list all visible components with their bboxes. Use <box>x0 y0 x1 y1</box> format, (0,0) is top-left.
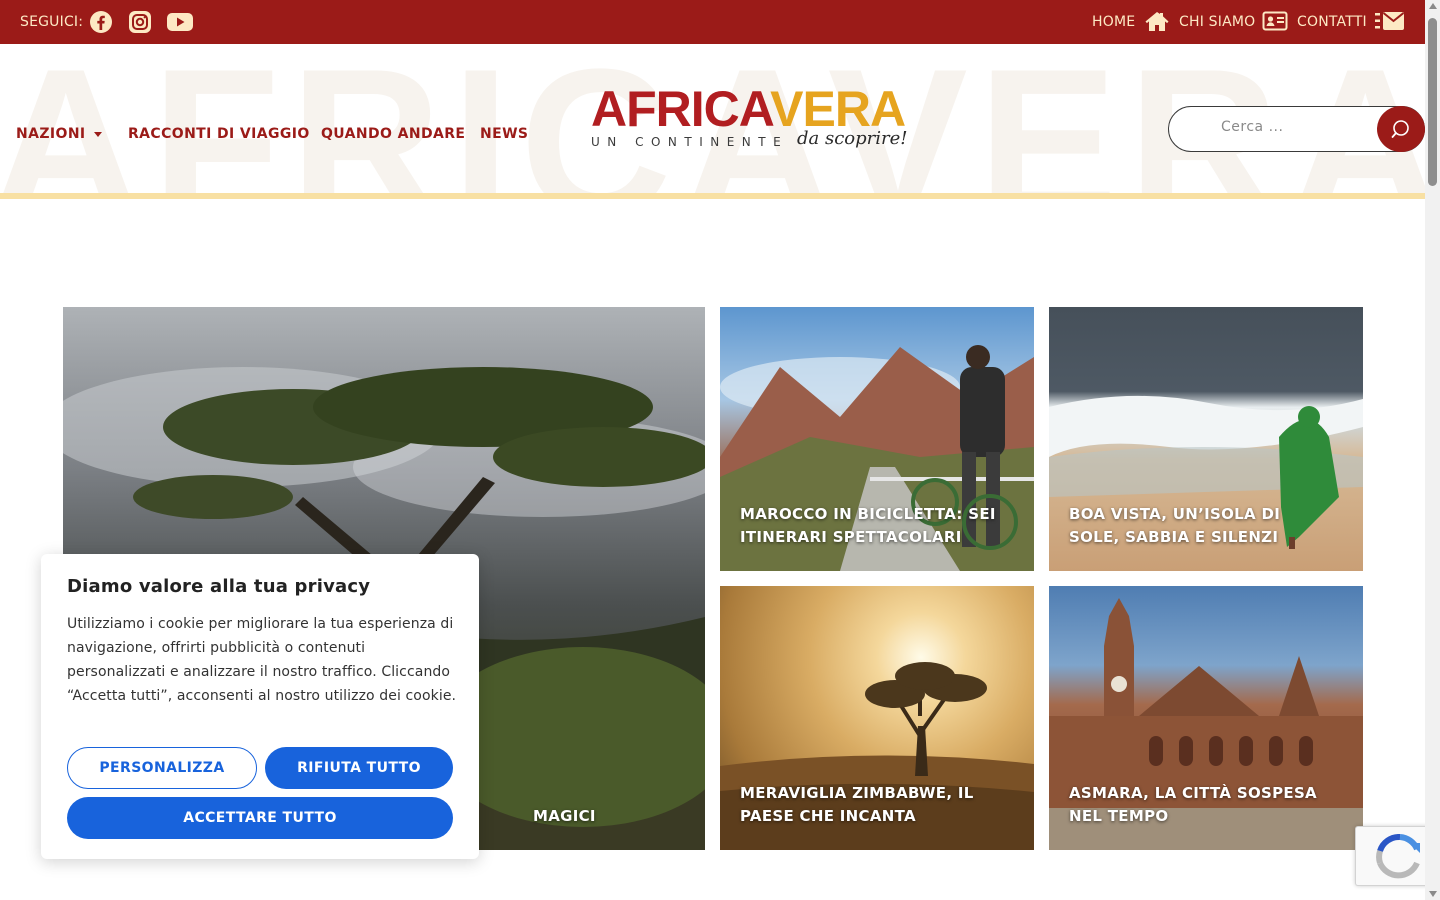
page-scrollbar[interactable] <box>1425 0 1440 900</box>
top-bar: SEGUICI: HOME CHI SIAMO CONTATTI <box>0 0 1425 44</box>
nav-racconti[interactable]: RACCONTI DI VIAGGIO <box>128 126 310 142</box>
article-title: BOA VISTA, UN’ISOLA DI SOLE, SABBIA E SI… <box>1069 505 1281 546</box>
home-icon[interactable] <box>1144 10 1170 36</box>
search-button[interactable] <box>1377 106 1425 152</box>
follow-label: SEGUICI: <box>20 14 84 30</box>
article-card[interactable]: BOA VISTA, UN’ISOLA DI SOLE, SABBIA E SI… <box>1049 307 1363 571</box>
article-title: MAROCCO IN BICICLETTA: SEI ITINERARI SPE… <box>740 505 996 546</box>
article-card[interactable]: MAROCCO IN BICICLETTA: SEI ITINERARI SPE… <box>720 307 1034 571</box>
logo-tagline: UN CONTINENTE <box>591 135 789 149</box>
cookie-text: Utilizziamo i cookie per migliorare la t… <box>67 616 457 704</box>
facebook-icon[interactable] <box>89 10 113 34</box>
article-title: ASMARA, LA CITTÀ SOSPESA NEL TEMPO <box>1069 784 1317 825</box>
logo-script: da scoprire! <box>797 128 908 149</box>
nav-news[interactable]: NEWS <box>480 126 528 142</box>
id-card-icon[interactable] <box>1262 10 1288 36</box>
instagram-icon[interactable] <box>128 10 152 34</box>
site-header: AFRICAVERA AFRICAVERA NAZIONI RACCONTI D… <box>0 44 1425 199</box>
about-link[interactable]: CHI SIAMO <box>1179 14 1255 30</box>
contacts-link[interactable]: CONTATTI <box>1297 14 1367 30</box>
scrollbar-thumb[interactable] <box>1428 18 1437 186</box>
search-input[interactable] <box>1189 119 1369 135</box>
search-icon <box>1391 120 1409 138</box>
cookie-title: Diamo valore alla tua privacy <box>67 576 371 597</box>
youtube-icon[interactable] <box>167 10 193 34</box>
search-box <box>1168 106 1425 152</box>
header-divider <box>0 193 1425 199</box>
nav-quando-andare[interactable]: QUANDO ANDARE <box>321 126 465 142</box>
site-logo[interactable]: AFRICAVERA UN CONTINENTE da scoprire! <box>589 82 908 162</box>
article-title: MERAVIGLIA ZIMBABWE, IL PAESE CHE INCANT… <box>740 784 974 825</box>
recaptcha-icon <box>1376 834 1420 879</box>
article-card[interactable]: ASMARA, LA CITTÀ SOSPESA NEL TEMPO <box>1049 586 1363 850</box>
accept-all-button[interactable]: ACCETTARE TUTTO <box>67 797 453 839</box>
envelope-icon[interactable] <box>1375 10 1405 36</box>
caret-down-icon <box>93 131 102 137</box>
nav-nazioni-label: NAZIONI <box>16 126 86 142</box>
article-card[interactable]: MERAVIGLIA ZIMBABWE, IL PAESE CHE INCANT… <box>720 586 1034 850</box>
customize-button[interactable]: PERSONALIZZA <box>67 747 257 789</box>
home-link[interactable]: HOME <box>1092 14 1135 30</box>
article-title: MAGICI <box>533 807 596 825</box>
cookie-consent-banner: Diamo valore alla tua privacy Utilizziam… <box>41 554 479 859</box>
nav-nazioni[interactable]: NAZIONI <box>16 126 102 142</box>
scroll-down-arrow[interactable] <box>1429 891 1437 897</box>
reject-all-button[interactable]: RIFIUTA TUTTO <box>265 747 453 789</box>
scroll-up-arrow[interactable] <box>1429 3 1437 9</box>
